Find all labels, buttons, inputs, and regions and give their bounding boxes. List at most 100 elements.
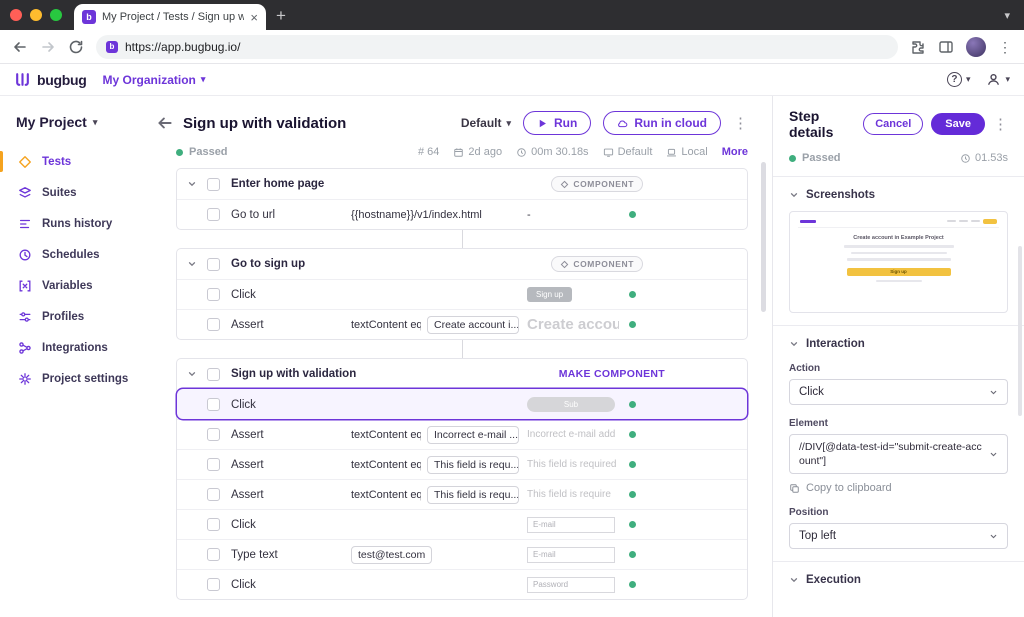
assert-value-chip[interactable]: Create account i... xyxy=(427,316,519,334)
panel-scrollbar[interactable] xyxy=(1018,246,1022,416)
collapse-chevron-icon[interactable] xyxy=(187,259,197,269)
assert-value-chip[interactable]: This field is requ... xyxy=(427,456,519,474)
section-interaction[interactable]: Interaction xyxy=(789,338,1008,350)
step-status-dot xyxy=(629,551,636,558)
reload-icon[interactable] xyxy=(68,39,84,55)
step-checkbox[interactable] xyxy=(207,288,220,301)
app-header: bugbug My Organization ▾ ? ▾ ▾ xyxy=(0,64,1024,96)
group-header-row[interactable]: Enter home page COMPONENT xyxy=(177,169,747,199)
save-button[interactable]: Save xyxy=(931,113,985,135)
more-link[interactable]: More xyxy=(722,146,748,158)
chevron-down-icon: ▾ xyxy=(1005,74,1010,85)
new-tab-button[interactable]: + xyxy=(276,6,286,26)
sidebar-item-schedules[interactable]: Schedules xyxy=(0,239,146,270)
back-icon[interactable] xyxy=(12,39,28,55)
step-checkbox[interactable] xyxy=(207,458,220,471)
section-chevron-icon xyxy=(789,575,799,585)
collapse-chevron-icon[interactable] xyxy=(187,369,197,379)
assert-condition: textContent equal xyxy=(351,319,421,331)
browser-toolbar: b https://app.bugbug.io/ ⋮ xyxy=(0,30,1024,64)
collapse-chevron-icon[interactable] xyxy=(187,179,197,189)
user-icon xyxy=(986,72,1001,87)
back-arrow-icon[interactable] xyxy=(156,114,174,132)
type-text-value-chip[interactable]: test@test.com xyxy=(351,546,432,564)
step-checkbox[interactable] xyxy=(207,488,220,501)
main-scrollbar[interactable] xyxy=(761,162,766,312)
project-label: My Project xyxy=(16,114,87,130)
group-header-row[interactable]: Go to sign up COMPONENT xyxy=(177,249,747,279)
tab-close-icon[interactable]: × xyxy=(250,11,258,24)
assert-value-chip[interactable]: This field is requ... xyxy=(427,486,519,504)
browser-tab[interactable]: b My Project / Tests / Sign up wil... × xyxy=(74,4,266,30)
bugbug-logo[interactable]: bugbug xyxy=(14,71,87,88)
copy-to-clipboard[interactable]: Copy to clipboard xyxy=(789,482,1008,494)
zoom-window-button[interactable] xyxy=(50,9,62,21)
help-menu[interactable]: ? ▾ xyxy=(947,72,971,87)
sidebar-item-profiles[interactable]: Profiles xyxy=(0,301,146,332)
address-bar[interactable]: b https://app.bugbug.io/ xyxy=(96,35,898,59)
make-component-link[interactable]: MAKE COMPONENT xyxy=(559,368,665,380)
tab-search-icon[interactable]: ▾ xyxy=(1004,9,1010,22)
step-checkbox[interactable] xyxy=(207,578,220,591)
group-header-row[interactable]: Sign up with validation MAKE COMPONENT xyxy=(177,359,747,389)
project-dropdown[interactable]: My Project ▾ xyxy=(0,106,146,130)
step-duration: 01.53s xyxy=(975,152,1008,164)
step-checkbox[interactable] xyxy=(207,318,220,331)
sidebar-item-integrations[interactable]: Integrations xyxy=(0,332,146,363)
run-profile-dropdown[interactable]: Default ▾ xyxy=(461,116,511,130)
step-checkbox[interactable] xyxy=(207,208,220,221)
step-screenshot-thumbnail[interactable]: Create account in Example Project Sign u… xyxy=(789,211,1008,313)
step-checkbox[interactable] xyxy=(207,398,220,411)
browser-menu-icon[interactable]: ⋮ xyxy=(998,40,1012,54)
logo-text: bugbug xyxy=(37,72,87,88)
step-row-go-to-url[interactable]: Go to url {{hostname}}/v1/index.html - xyxy=(177,199,747,229)
close-window-button[interactable] xyxy=(10,9,22,21)
group-checkbox[interactable] xyxy=(207,258,220,271)
step-row-type-text[interactable]: Type text test@test.com E-mail xyxy=(177,539,747,569)
organization-dropdown[interactable]: My Organization ▾ xyxy=(103,73,206,87)
step-row-assert[interactable]: Assert textContent equal This field is r… xyxy=(177,449,747,479)
step-row-assert[interactable]: Assert textContent equal Create account … xyxy=(177,309,747,339)
browser-profile-avatar[interactable] xyxy=(966,37,986,57)
step-checkbox[interactable] xyxy=(207,548,220,561)
run-in-cloud-button[interactable]: Run in cloud xyxy=(603,111,721,135)
chevron-down-icon xyxy=(989,388,998,397)
sidebar-item-tests[interactable]: Tests xyxy=(0,146,146,177)
assert-value-chip[interactable]: Incorrect e-mail ... xyxy=(427,426,519,444)
run-button[interactable]: Run xyxy=(523,111,591,135)
status-dot xyxy=(176,149,183,156)
extensions-puzzle-icon[interactable] xyxy=(910,39,926,55)
section-screenshots[interactable]: Screenshots xyxy=(789,189,1008,201)
action-select[interactable]: Click xyxy=(789,379,1008,405)
group-name: Enter home page xyxy=(231,178,324,190)
forward-icon[interactable] xyxy=(40,39,56,55)
minimize-window-button[interactable] xyxy=(30,9,42,21)
step-status-dot xyxy=(629,461,636,468)
section-execution[interactable]: Execution xyxy=(789,574,1008,586)
sidebar-item-label: Runs history xyxy=(42,218,112,230)
sidebar-item-project-settings[interactable]: Project settings xyxy=(0,363,146,394)
step-row-click[interactable]: Click Sign up xyxy=(177,279,747,309)
cancel-button[interactable]: Cancel xyxy=(863,113,923,135)
sidebar-item-suites[interactable]: Suites xyxy=(0,177,146,208)
step-row-click[interactable]: Click E-mail xyxy=(177,509,747,539)
step-group-go-to-sign-up: Go to sign up COMPONENT Click Sign up xyxy=(176,248,748,340)
sidebar-item-runs-history[interactable]: Runs history xyxy=(0,208,146,239)
step-row-assert[interactable]: Assert textContent equal Incorrect e-mai… xyxy=(177,419,747,449)
sidebar-item-label: Suites xyxy=(42,187,77,199)
step-row-click-selected[interactable]: Click Sub xyxy=(177,389,747,419)
group-checkbox[interactable] xyxy=(207,178,220,191)
position-select[interactable]: Top left xyxy=(789,523,1008,549)
step-menu-icon[interactable]: ⋮ xyxy=(993,115,1008,133)
chevron-down-icon xyxy=(989,532,998,541)
group-checkbox[interactable] xyxy=(207,368,220,381)
step-checkbox[interactable] xyxy=(207,518,220,531)
step-row-assert[interactable]: Assert textContent equal This field is r… xyxy=(177,479,747,509)
side-panel-icon[interactable] xyxy=(938,39,954,55)
step-checkbox[interactable] xyxy=(207,428,220,441)
sidebar-item-variables[interactable]: Variables xyxy=(0,270,146,301)
element-select[interactable]: //DIV[@data-test-id="submit-create-accou… xyxy=(789,434,1008,474)
user-menu[interactable]: ▾ xyxy=(986,72,1010,87)
step-row-click[interactable]: Click Password xyxy=(177,569,747,599)
test-menu-icon[interactable]: ⋮ xyxy=(733,114,748,132)
